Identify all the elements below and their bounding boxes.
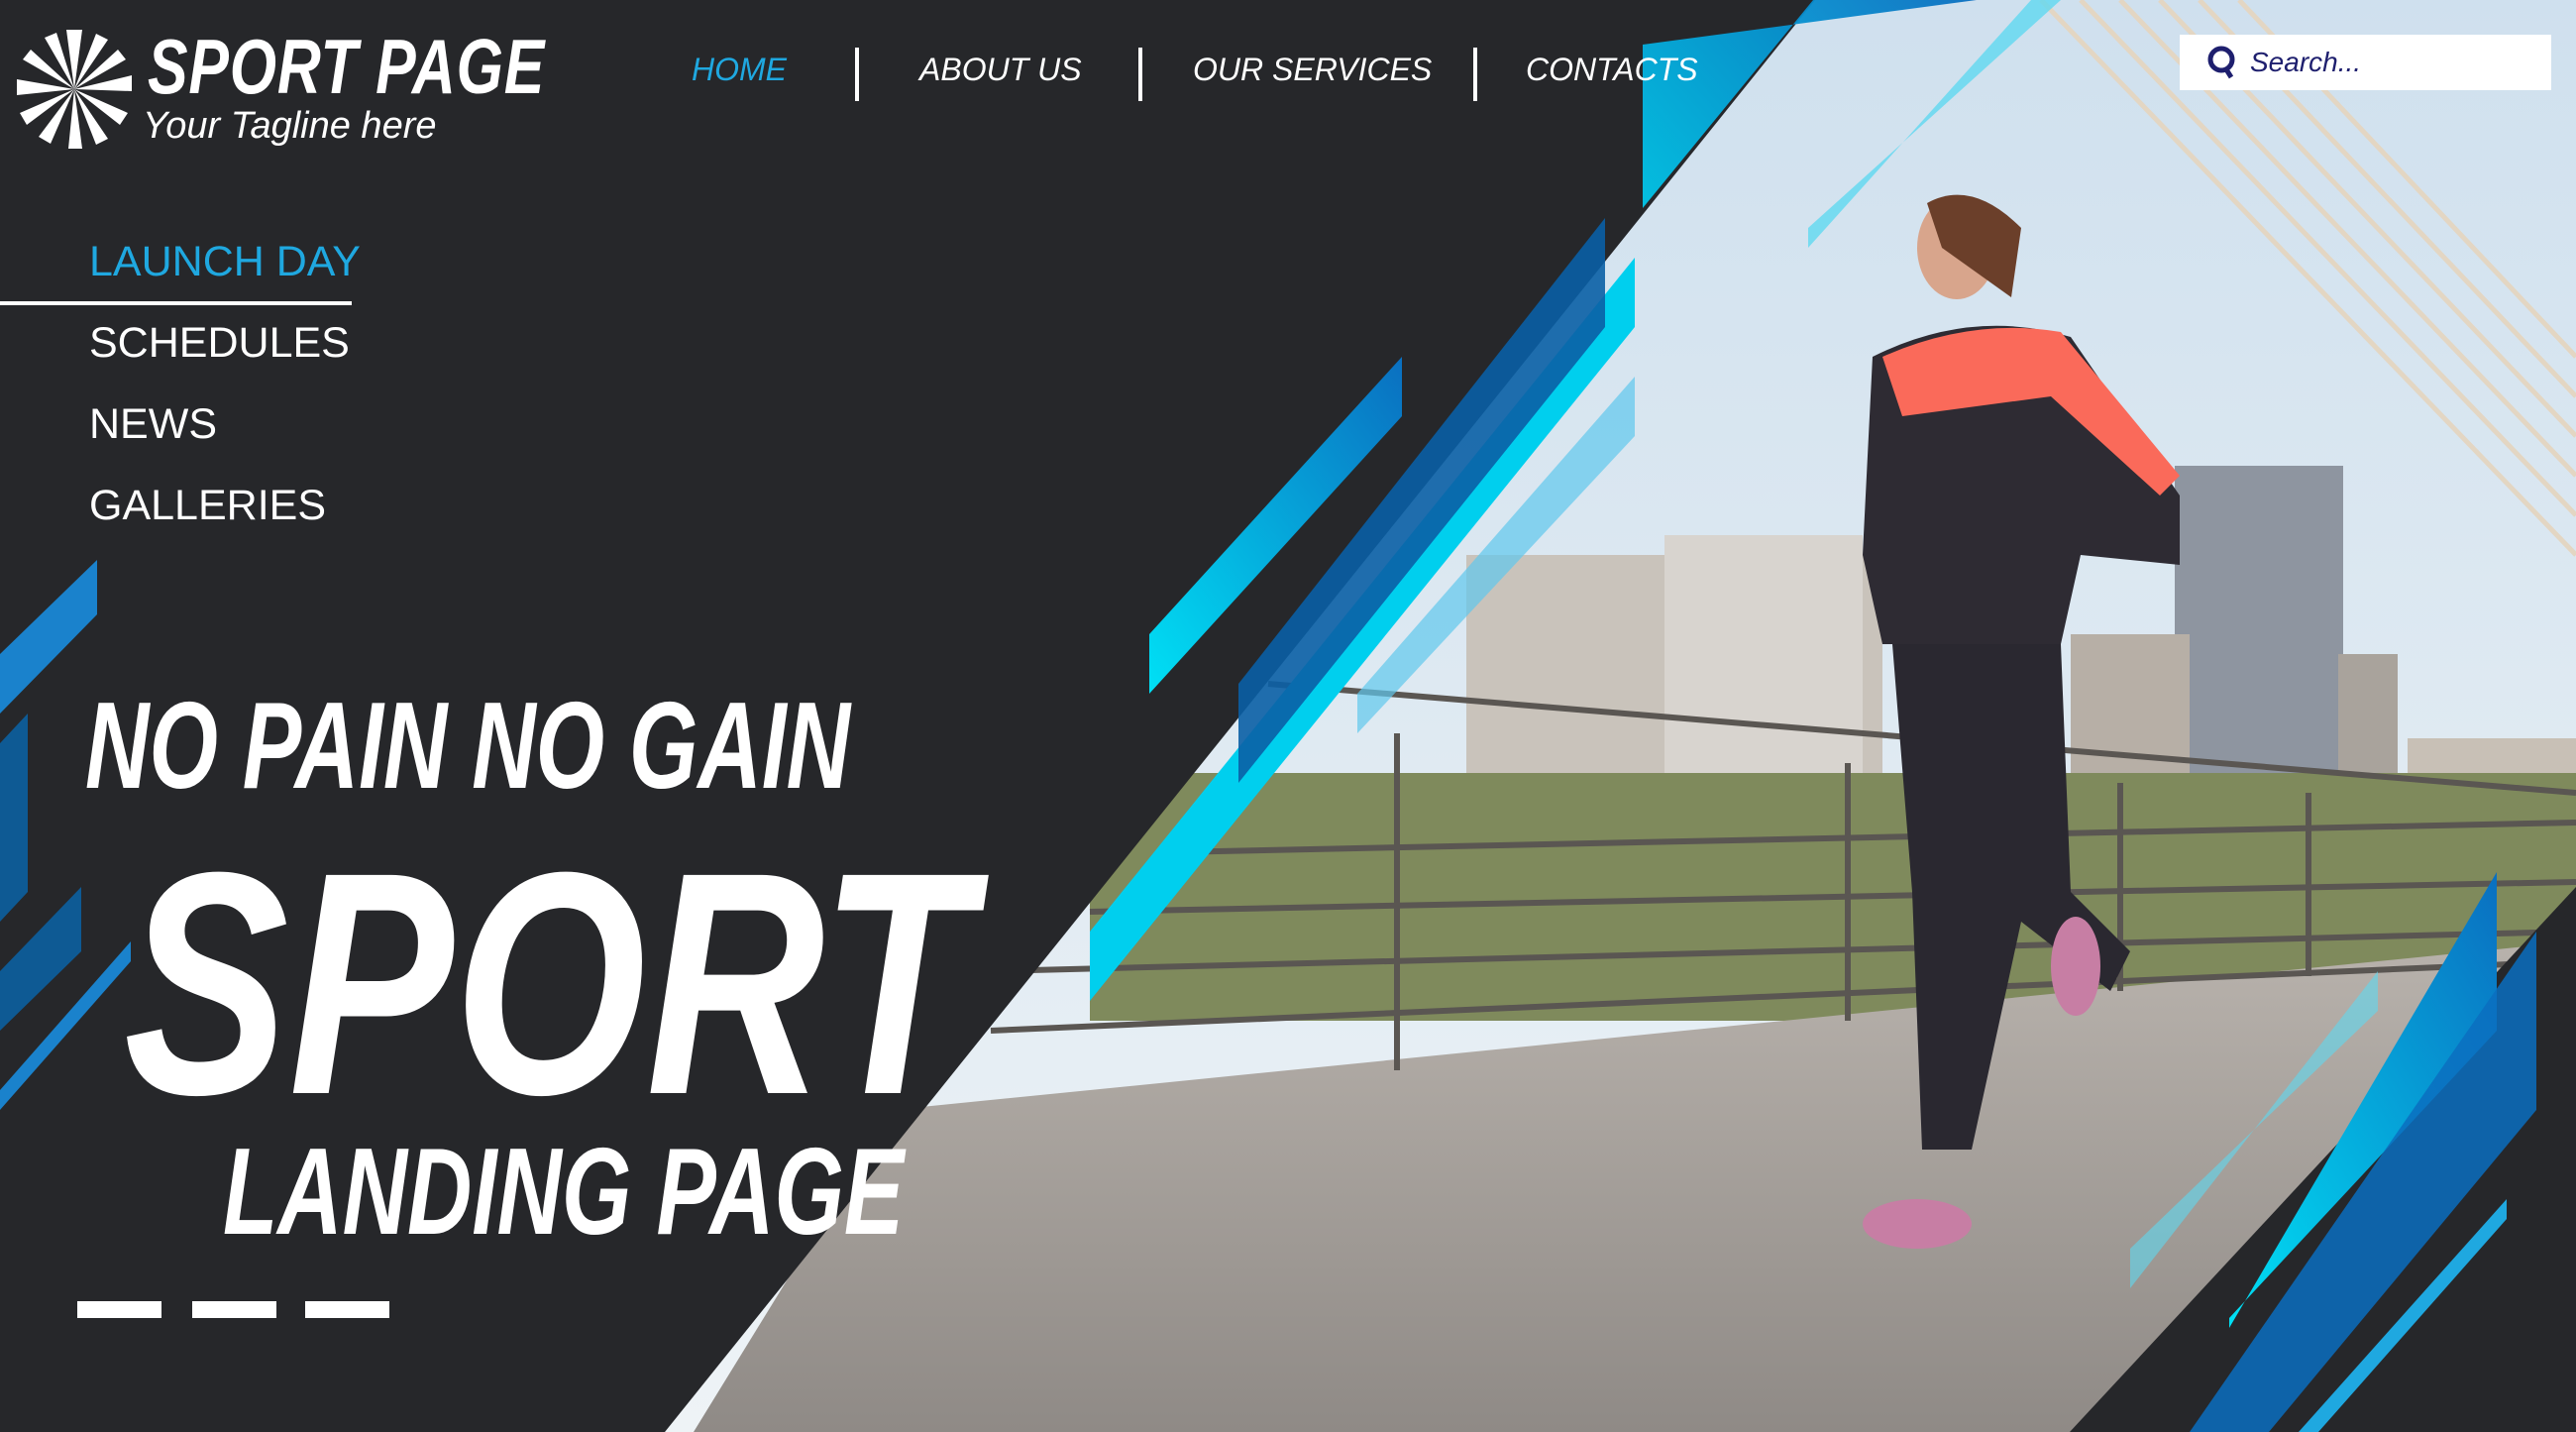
nav-home[interactable]: HOME — [692, 52, 787, 88]
hero-slogan: NO PAIN NO GAIN — [85, 678, 851, 815]
nav-about-us[interactable]: ABOUT US — [919, 52, 1082, 88]
search-icon — [2207, 46, 2235, 79]
sidebar-item-galleries[interactable]: GALLERIES — [89, 482, 326, 530]
nav-contacts[interactable]: CONTACTS — [1526, 52, 1698, 88]
search-input[interactable]: Search... — [2180, 35, 2551, 90]
active-underline — [0, 301, 352, 305]
brand-title[interactable]: SPORT PAGE — [148, 22, 545, 112]
sidebar-item-launch-day[interactable]: LAUNCH DAY — [89, 238, 361, 286]
logo-sunburst-icon — [17, 30, 132, 149]
nav-our-services[interactable]: OUR SERVICES — [1193, 52, 1432, 88]
search-placeholder: Search... — [2250, 47, 2362, 77]
sidebar-item-news[interactable]: NEWS — [89, 400, 217, 449]
sidebar-item-schedules[interactable]: SCHEDULES — [89, 319, 350, 368]
nav-divider — [1138, 48, 1142, 101]
brand-tagline: Your Tagline here — [143, 105, 437, 147]
decorative-dash — [192, 1301, 276, 1318]
nav-divider — [855, 48, 859, 101]
hero-subtitle: LANDING PAGE — [223, 1124, 905, 1261]
decorative-dash — [77, 1301, 161, 1318]
decorative-dash — [305, 1301, 389, 1318]
hero-title: SPORT — [124, 806, 972, 1160]
nav-divider — [1473, 48, 1477, 101]
